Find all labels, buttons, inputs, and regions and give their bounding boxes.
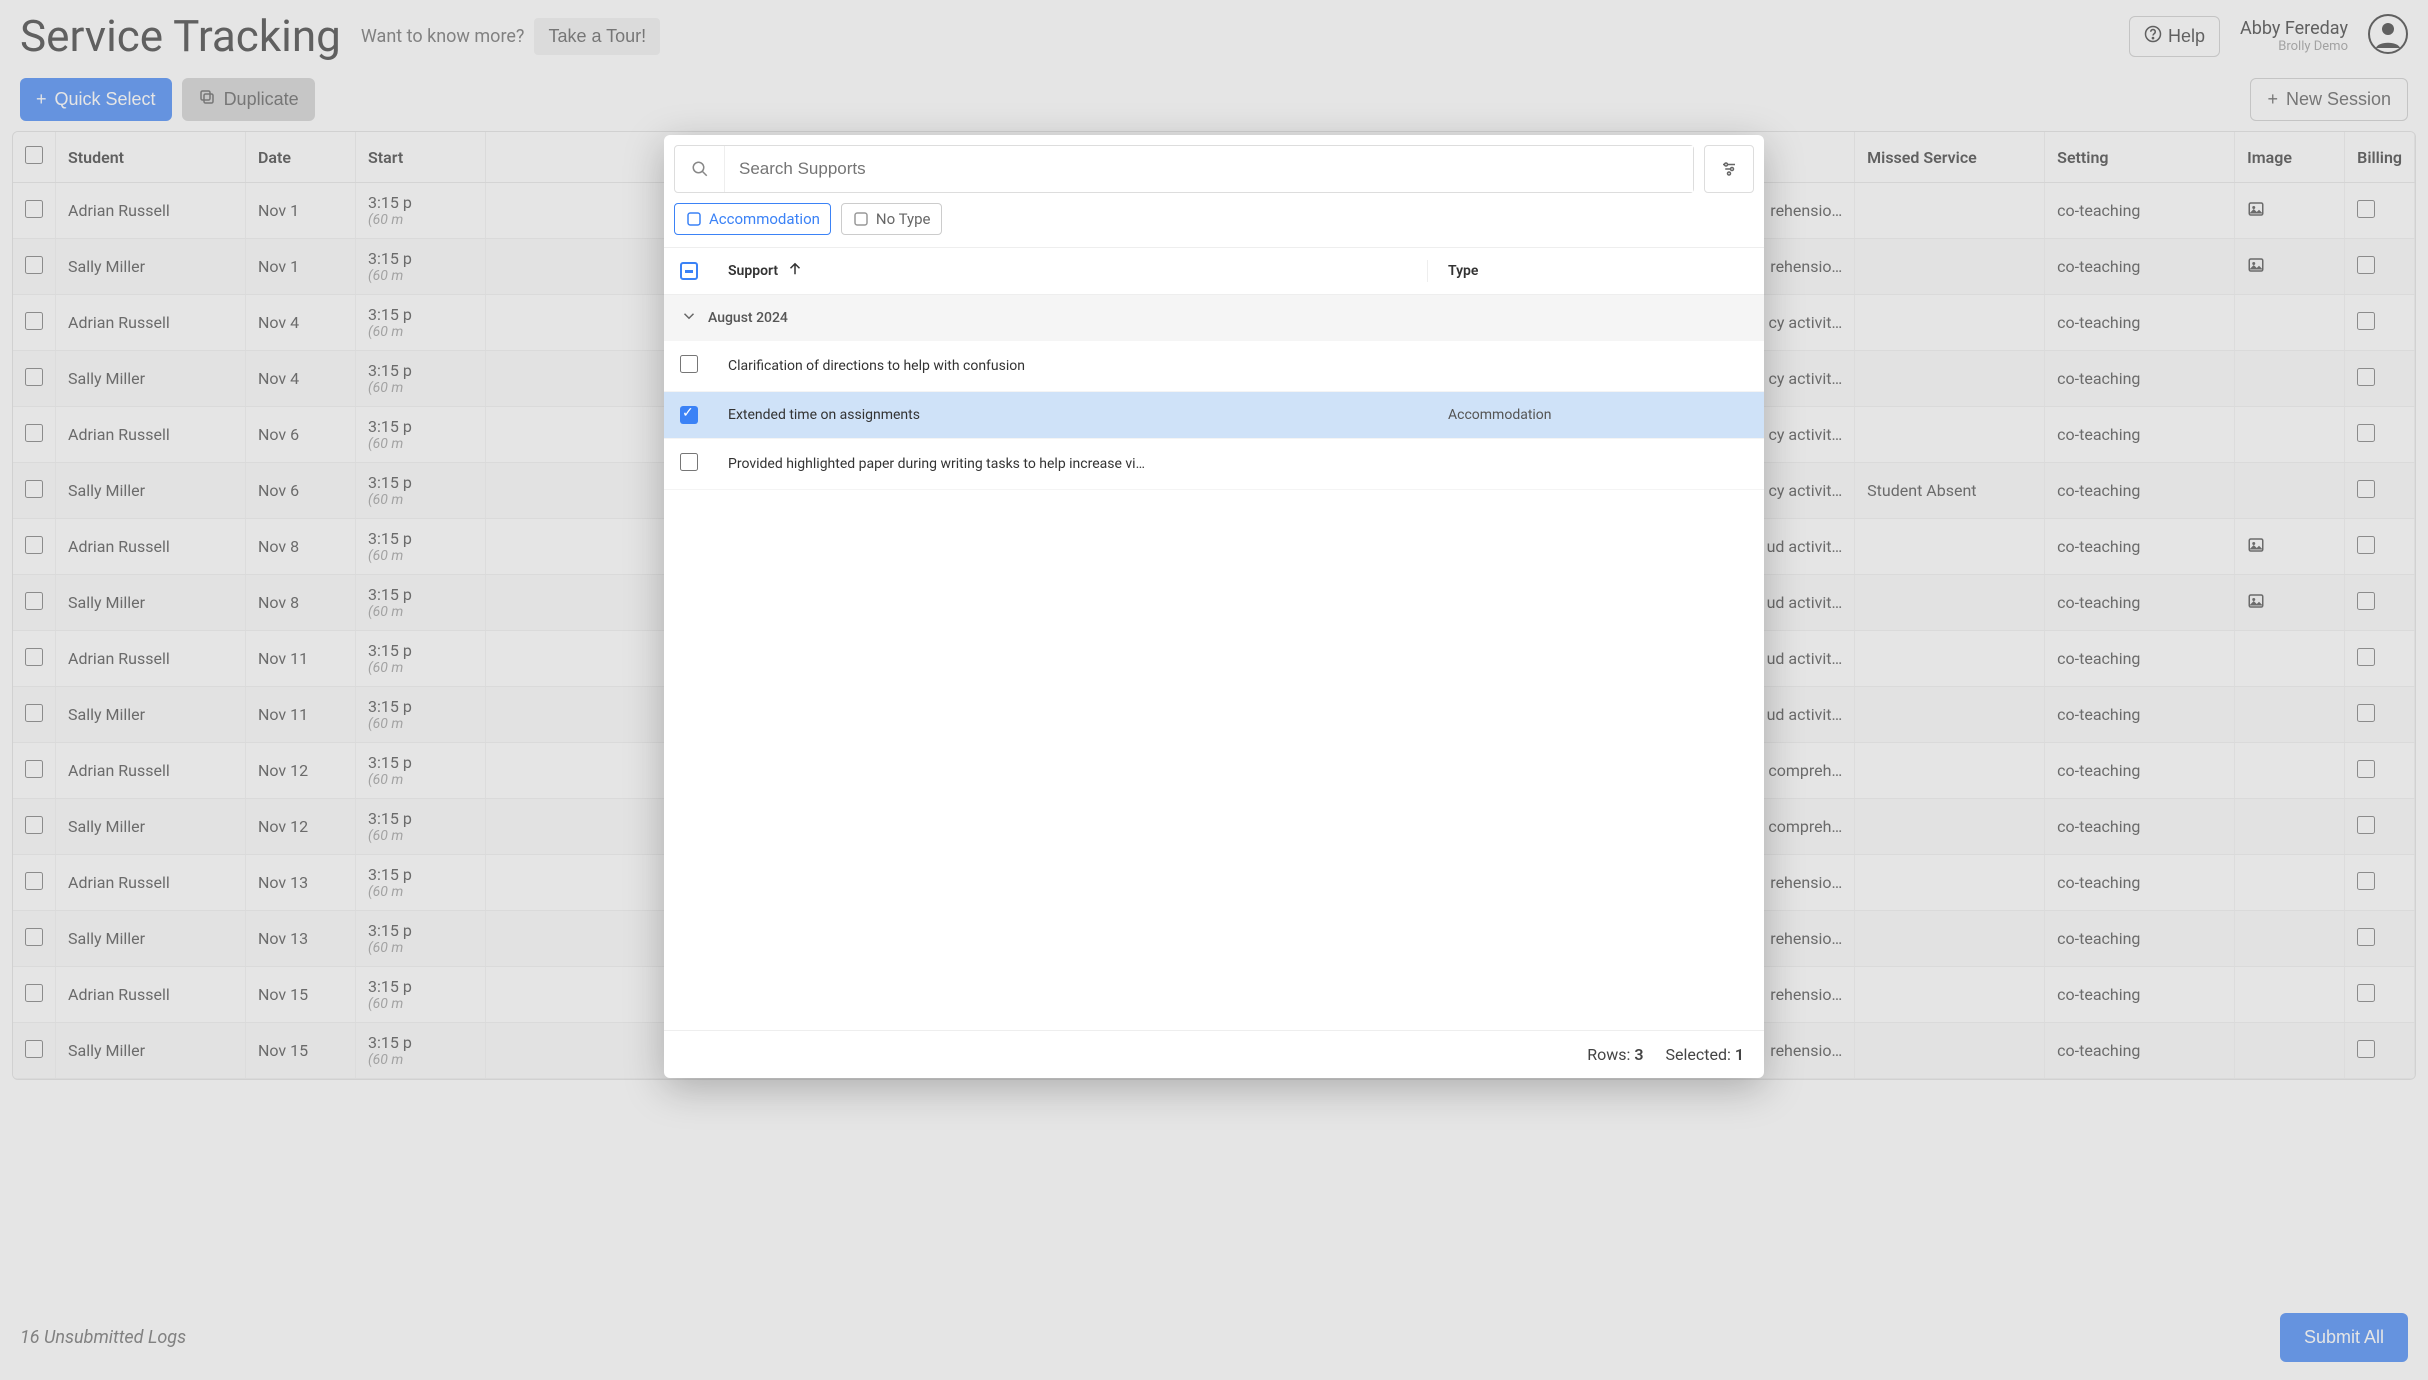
support-name: Extended time on assignments — [728, 407, 1428, 423]
support-type: Accommodation — [1428, 407, 1748, 423]
rows-label: Rows: — [1587, 1045, 1630, 1064]
support-item-row[interactable]: Extended time on assignments Accommodati… — [664, 392, 1764, 439]
support-checkbox[interactable] — [680, 453, 698, 471]
select-all-supports-checkbox[interactable] — [680, 262, 698, 280]
support-checkbox[interactable] — [680, 355, 698, 373]
rows-count: 3 — [1634, 1045, 1643, 1064]
support-item-row[interactable]: Clarification of directions to help with… — [664, 341, 1764, 392]
filter-settings-button[interactable] — [1704, 145, 1754, 193]
group-label: August 2024 — [708, 310, 788, 326]
supports-modal: Accommodation No Type Support Type Augus… — [664, 135, 1764, 1078]
support-name: Clarification of directions to help with… — [728, 358, 1428, 374]
sort-asc-icon — [786, 260, 804, 282]
chip-notype-label: No Type — [876, 210, 931, 228]
support-item-row[interactable]: Provided highlighted paper during writin… — [664, 439, 1764, 490]
support-name: Provided highlighted paper during writin… — [728, 456, 1428, 472]
group-row[interactable]: August 2024 — [664, 295, 1764, 341]
chip-accommodation-label: Accommodation — [709, 210, 820, 228]
modal-footer: Rows: 3 Selected: 1 — [664, 1030, 1764, 1078]
chip-notype[interactable]: No Type — [841, 203, 942, 235]
selected-label: Selected: — [1666, 1045, 1731, 1064]
search-input[interactable] — [725, 146, 1693, 192]
modal-col-type[interactable]: Type — [1428, 263, 1748, 279]
chevron-down-icon — [680, 307, 698, 329]
chip-accommodation[interactable]: Accommodation — [674, 203, 831, 235]
support-checkbox[interactable] — [680, 406, 698, 424]
selected-count: 1 — [1735, 1045, 1744, 1064]
modal-col-support[interactable]: Support — [728, 263, 778, 279]
search-icon — [675, 146, 725, 192]
modal-overlay[interactable]: Accommodation No Type Support Type Augus… — [0, 0, 2428, 1380]
